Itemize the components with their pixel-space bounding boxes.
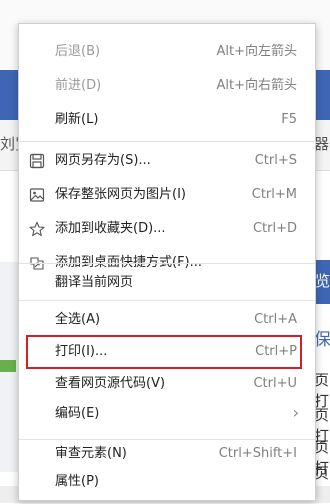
menu-item-shortcut: Ctrl+D [252, 221, 297, 236]
menu-item-save-image[interactable]: 保存整张网页为图片(I) Ctrl+M [19, 178, 315, 212]
menu-item-shortcut: Ctrl+S [254, 153, 297, 168]
menu-item-shortcut: Ctrl+Shift+I [218, 446, 297, 461]
menu-item-label: 网页另存为(S)... [55, 153, 151, 168]
save-icon [29, 153, 45, 169]
menu-item-select-all[interactable]: 全选(A) Ctrl+A [19, 303, 315, 337]
menu-item-shortcut: Ctrl+M [251, 187, 297, 202]
print-highlight-box [26, 335, 302, 369]
background-green-button [0, 360, 16, 372]
menu-item-refresh[interactable]: 刷新(L) F5 [19, 103, 315, 137]
menu-item-label: 保存整张网页为图片(I) [55, 187, 186, 202]
menu-item-label: 后退(B) [55, 44, 101, 59]
menu-item-shortcut: Ctrl+U [253, 376, 297, 391]
star-icon [29, 221, 45, 237]
menu-item-label: 属性(P) [55, 474, 99, 489]
menu-item-properties[interactable]: 属性(P) [19, 465, 315, 499]
menu-item-translate[interactable]: 翻译当前网页 [19, 266, 315, 300]
menu-item-view-source[interactable]: 查看网页源代码(V) Ctrl+U [19, 367, 315, 401]
menu-separator [19, 141, 315, 142]
menu-separator [19, 263, 315, 264]
background-tab-text-right: 器 [314, 135, 330, 153]
menu-item-add-favorite[interactable]: 添加到收藏夹(D)... Ctrl+D [19, 212, 315, 246]
menu-item-label: 翻译当前网页 [55, 275, 134, 290]
menu-separator [19, 300, 315, 301]
background-right-badge-text: 览 [315, 272, 330, 290]
menu-item-shortcut: Alt+向左箭头 [216, 44, 298, 59]
menu-item-shortcut: Ctrl+A [254, 312, 297, 327]
chevron-right-icon: › [292, 403, 299, 422]
context-menu: 后退(B) Alt+向左箭头 前进(D) Alt+向右箭头 刷新(L) F5 网… [18, 23, 316, 501]
menu-item-label: 前进(D) [55, 78, 102, 93]
menu-item-label: 添加到收藏夹(D)... [55, 221, 166, 236]
menu-item-shortcut: Alt+向右箭头 [216, 78, 298, 93]
menu-item-forward[interactable]: 前进(D) Alt+向右箭头 [19, 69, 315, 103]
menu-item-label: 查看网页源代码(V) [55, 376, 166, 391]
menu-item-label: 刷新(L) [55, 112, 99, 127]
menu-item-label: 全选(A) [55, 312, 101, 327]
menu-item-shortcut: F5 [281, 112, 297, 127]
menu-item-label: 审查元素(N) [55, 446, 127, 461]
menu-item-encoding[interactable]: 编码(E) › [19, 397, 315, 431]
menu-item-label: 编码(E) [55, 406, 100, 421]
menu-item-save-as[interactable]: 网页另存为(S)... Ctrl+S [19, 144, 315, 178]
background-right-text: 保 [314, 330, 330, 350]
image-icon [29, 187, 45, 203]
menu-item-back[interactable]: 后退(B) Alt+向左箭头 [19, 35, 315, 69]
